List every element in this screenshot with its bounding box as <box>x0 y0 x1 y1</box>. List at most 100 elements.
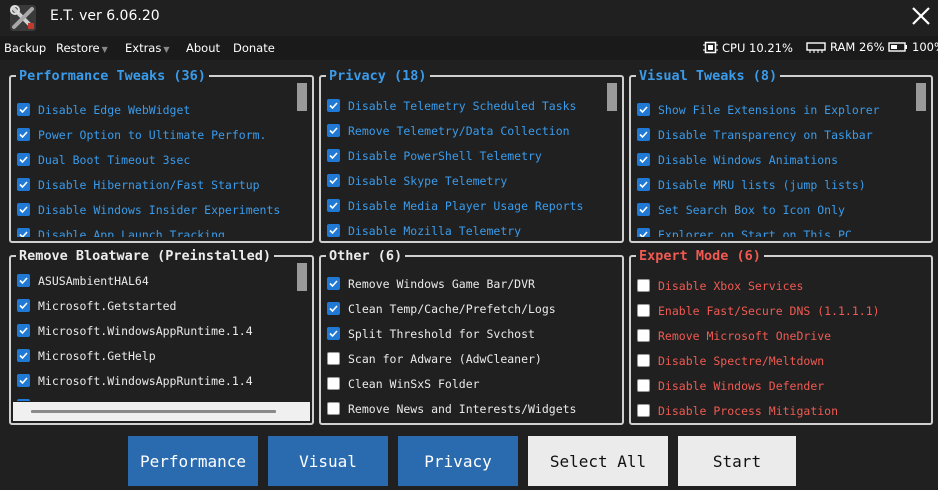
checkbox-checked[interactable] <box>637 153 650 166</box>
checkbox-item[interactable]: Scan for Adware (AdwCleaner) <box>327 346 602 371</box>
checkbox-unchecked[interactable] <box>637 304 650 317</box>
checkbox-checked[interactable] <box>637 178 650 191</box>
checkbox-checked[interactable] <box>327 327 340 340</box>
checkbox-unchecked[interactable] <box>327 377 340 390</box>
privacy-button[interactable]: Privacy <box>398 436 518 486</box>
title-bar: E.T. ver 6.06.20 <box>0 0 938 36</box>
checkbox-checked[interactable] <box>17 324 30 337</box>
checkbox-item[interactable]: Disable App Launch Tracking <box>17 222 292 237</box>
checkbox-item[interactable]: Disable Process Mitigation <box>637 398 911 419</box>
checkbox-checked[interactable] <box>637 228 650 237</box>
checkbox-checked[interactable] <box>17 274 30 287</box>
checkbox-item[interactable]: Disable MRU lists (jump lists) <box>637 172 911 197</box>
checkbox-checked[interactable] <box>327 302 340 315</box>
checkbox-item[interactable]: Disable Hibernation/Fast Startup <box>17 172 292 197</box>
checkbox-unchecked[interactable] <box>637 279 650 292</box>
checkbox-unchecked[interactable] <box>327 352 340 365</box>
menu-backup[interactable]: Backup <box>4 41 46 55</box>
scrollbar-thumb[interactable] <box>297 83 307 111</box>
checkbox-checked[interactable] <box>17 299 30 312</box>
menu-donate[interactable]: Donate <box>233 41 275 55</box>
checkbox-item[interactable]: Microsoft.WindowsMaps <box>17 393 292 401</box>
vertical-scrollbar[interactable] <box>606 83 618 237</box>
menu-about[interactable]: About <box>186 41 220 55</box>
scrollbar-thumb[interactable] <box>31 410 276 413</box>
visual-button[interactable]: Visual <box>268 436 388 486</box>
checkbox-label: Disable Telemetry Scheduled Tasks <box>348 98 577 113</box>
checkbox-item[interactable]: Disable Windows Insider Experiments <box>17 197 292 222</box>
checkbox-item[interactable]: Split Threshold for Svchost <box>327 321 602 346</box>
checkbox-item[interactable]: Clean Temp/Cache/Prefetch/Logs <box>327 296 602 321</box>
checkbox-item[interactable]: Enable Fast/Secure DNS (1.1.1.1) <box>637 298 911 323</box>
checkbox-checked[interactable] <box>637 203 650 216</box>
checkbox-item[interactable]: Disable Windows Animations <box>637 147 911 172</box>
checkbox-checked[interactable] <box>327 277 340 290</box>
checkbox-item[interactable]: Power Option to Ultimate Perform. <box>17 122 292 147</box>
checkbox-item[interactable]: ASUSAmbientHAL64 <box>17 268 292 293</box>
checkbox-item[interactable]: Microsoft.WindowsAppRuntime.1.4 <box>17 368 292 393</box>
checkbox-label: Disable Windows Insider Experiments <box>38 202 281 217</box>
menu-restore[interactable]: Restore ▼ <box>56 41 108 55</box>
checkbox-item[interactable]: Disable Telemetry Scheduled Tasks <box>327 93 602 118</box>
checkbox-item[interactable]: Clean WinSxS Folder <box>327 371 602 396</box>
vertical-scrollbar[interactable] <box>296 83 308 237</box>
checkbox-checked[interactable] <box>327 199 340 212</box>
checkbox-checked[interactable] <box>637 128 650 141</box>
checkbox-checked[interactable] <box>17 399 30 401</box>
checkbox-checked[interactable] <box>17 178 30 191</box>
checkbox-checked[interactable] <box>17 228 30 237</box>
checkbox-checked[interactable] <box>327 99 340 112</box>
checkbox-checked[interactable] <box>327 124 340 137</box>
checkbox-item[interactable]: Disable Windows Defender <box>637 373 911 398</box>
checkmark-icon <box>329 152 338 160</box>
scrollbar-thumb[interactable] <box>607 83 617 111</box>
checkbox-checked[interactable] <box>17 128 30 141</box>
checkbox-unchecked[interactable] <box>637 404 650 417</box>
checkbox-unchecked[interactable] <box>637 329 650 342</box>
checkbox-item[interactable]: Dual Boot Timeout 3sec <box>17 147 292 172</box>
checkbox-item[interactable]: Disable Transparency on Taskbar <box>637 122 911 147</box>
checkbox-item[interactable]: Microsoft.WindowsAppRuntime.1.4 <box>17 318 292 343</box>
checkbox-item[interactable]: Disable Edge WebWidget <box>17 97 292 122</box>
checkbox-item[interactable]: Explorer on Start on This PC <box>637 222 911 237</box>
checkbox-checked[interactable] <box>327 224 340 237</box>
vertical-scrollbar[interactable] <box>915 83 927 237</box>
checkbox-item[interactable]: Remove Windows Game Bar/DVR <box>327 271 602 296</box>
checkbox-item[interactable]: Remove Microsoft OneDrive <box>637 323 911 348</box>
checkbox-item[interactable]: Remove Telemetry/Data Collection <box>327 118 602 143</box>
vertical-scrollbar[interactable] <box>296 263 308 401</box>
close-icon[interactable] <box>910 4 932 28</box>
checkbox-item[interactable]: Disable Xbox Services <box>637 273 911 298</box>
checkbox-checked[interactable] <box>17 203 30 216</box>
checkbox-item[interactable]: Set Search Box to Icon Only <box>637 197 911 222</box>
checkbox-item[interactable]: Disable PowerShell Telemetry <box>327 143 602 168</box>
checkbox-checked[interactable] <box>17 103 30 116</box>
checkbox-item[interactable]: Disable Skype Telemetry <box>327 168 602 193</box>
checkbox-checked[interactable] <box>17 374 30 387</box>
checkbox-item[interactable]: Show File Extensions in Explorer <box>637 97 911 122</box>
checkbox-item[interactable]: Disable Media Player Usage Reports <box>327 193 602 218</box>
checkbox-label: Power Option to Ultimate Perform. <box>38 127 267 142</box>
checkbox-item[interactable]: Microsoft.GetHelp <box>17 343 292 368</box>
checkbox-checked[interactable] <box>17 153 30 166</box>
start-button[interactable]: Start <box>678 436 796 486</box>
checkbox-unchecked[interactable] <box>637 379 650 392</box>
checkbox-checked[interactable] <box>637 103 650 116</box>
checkbox-checked[interactable] <box>17 349 30 362</box>
checkbox-checked[interactable] <box>327 174 340 187</box>
checkmark-icon <box>18 400 29 401</box>
checkbox-checked[interactable] <box>327 149 340 162</box>
checkbox-unchecked[interactable] <box>637 354 650 367</box>
checkbox-unchecked[interactable] <box>327 402 340 415</box>
checkbox-item[interactable]: Remove News and Interests/Widgets <box>327 396 602 419</box>
scrollbar-thumb[interactable] <box>297 263 307 291</box>
checkmark-icon <box>639 231 648 237</box>
checkbox-item[interactable]: Microsoft.Getstarted <box>17 293 292 318</box>
checkbox-item[interactable]: Disable Mozilla Telemetry <box>327 218 602 237</box>
select-all-button[interactable]: Select All <box>528 436 668 486</box>
performance-button[interactable]: Performance <box>128 436 258 486</box>
menu-extras[interactable]: Extras ▼ <box>125 41 170 55</box>
checkbox-item[interactable]: Disable Spectre/Meltdown <box>637 348 911 373</box>
horizontal-scrollbar[interactable] <box>13 402 310 421</box>
scrollbar-thumb[interactable] <box>916 83 926 111</box>
